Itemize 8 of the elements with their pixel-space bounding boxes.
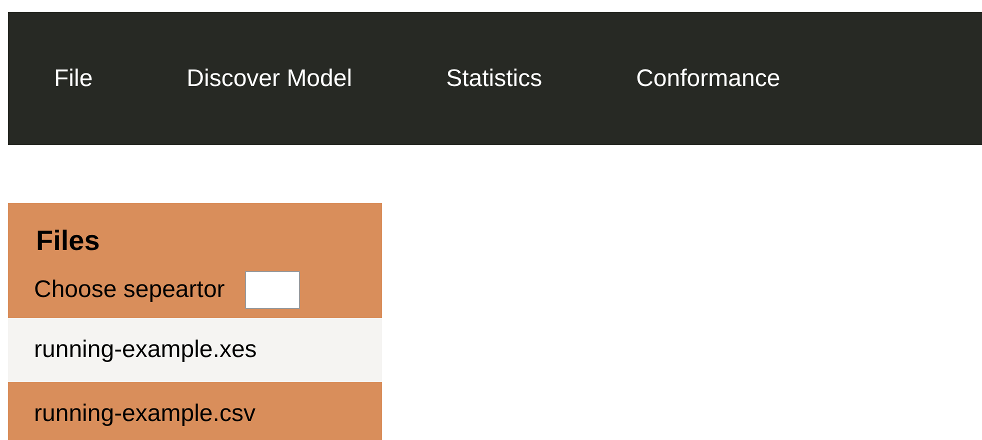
menu-item[interactable]: Conformance [636,60,780,96]
list-row[interactable]: running-example.xes [8,318,382,382]
menu-item[interactable]: File [54,60,93,96]
menu-item[interactable]: Statistics [446,60,542,96]
separator-label: Choose sepeartor [34,274,225,304]
separator-field[interactable] [244,270,300,308]
menu-item[interactable]: Discover Model [186,60,352,96]
panel-title: Files [35,224,101,258]
